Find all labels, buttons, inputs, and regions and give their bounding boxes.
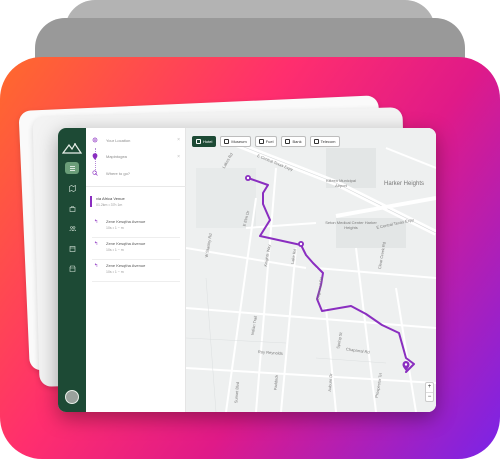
people-icon	[69, 225, 76, 231]
mountain-logo-icon[interactable]	[62, 142, 82, 154]
step-name: Zene Kesqtha Avenue	[106, 241, 146, 246]
poi-filter-chips: Hotel Museum Fuel Bank Telecom	[192, 136, 340, 147]
turn-icon: ↰	[94, 219, 99, 225]
stop-input[interactable]: Where to go?	[106, 171, 180, 176]
route-title: via Africa Venue	[96, 196, 125, 201]
hotel-icon	[196, 139, 201, 144]
avatar[interactable]	[65, 390, 79, 404]
sidebar-item-list[interactable]	[65, 162, 79, 174]
divider	[86, 186, 186, 187]
step-name: Zene Kesqtha Avenue	[106, 263, 146, 268]
zoom-in-button[interactable]: +	[426, 383, 433, 392]
stop-add[interactable]: Where to go?	[92, 170, 180, 176]
list-icon	[69, 165, 75, 171]
bag-icon	[69, 205, 75, 212]
sidebar	[58, 128, 86, 412]
store-icon	[69, 265, 75, 272]
chip-bank[interactable]: Bank	[281, 136, 306, 147]
zoom-out-button[interactable]: −	[426, 392, 433, 401]
waypoint-pin-icon[interactable]	[298, 241, 304, 247]
stop-label: Your Location	[106, 137, 131, 143]
direction-step[interactable]: ↰ Zene Kesqtha Avenue 10s • 1 ~ m	[92, 238, 180, 260]
museum-icon	[224, 139, 230, 144]
map-label-harker: Harker Heights	[384, 181, 425, 187]
direction-step[interactable]: ↰ Zene Kesqtha Avenue 10s • 1 ~ m	[92, 260, 180, 282]
chip-label: Telecom	[320, 139, 336, 144]
map-label-airport: Killeen Municipal Airport	[325, 178, 356, 188]
telecom-icon	[313, 139, 319, 144]
chip-label: Hotel	[203, 139, 213, 144]
step-detail: 10s • 1 ~ m	[106, 270, 124, 274]
turn-icon: ↰	[94, 263, 99, 269]
bank-icon	[285, 139, 291, 144]
calendar-icon	[69, 245, 75, 252]
maps-app-window: Your Location × Mapintogea × Where to go…	[58, 128, 436, 412]
sidebar-item-map[interactable]	[65, 182, 79, 194]
zoom-control: + −	[425, 382, 434, 402]
stop-destination[interactable]: Mapintogea ×	[92, 153, 180, 160]
step-detail: 10s • 1 ~ m	[106, 226, 124, 230]
step-detail: 10s • 1 ~ m	[106, 248, 124, 252]
close-icon[interactable]: ×	[177, 137, 180, 143]
target-icon	[92, 137, 98, 143]
sidebar-item-bag[interactable]	[65, 202, 79, 214]
map-label-medical: Seton Medical Center Harker Heights	[325, 220, 377, 230]
search-icon	[92, 170, 98, 176]
close-icon[interactable]: ×	[177, 154, 180, 160]
chip-label: Museum	[231, 139, 247, 144]
map-canvas	[186, 128, 436, 412]
directions-panel: Your Location × Mapintogea × Where to go…	[86, 128, 186, 412]
route-subtitle: 01.2km • 37h 1m	[96, 203, 123, 207]
turn-icon: ↰	[94, 241, 99, 247]
map-view[interactable]: Hotel Museum Fuel Bank Telecom Harker He…	[186, 128, 436, 412]
chip-label: Fuel	[265, 139, 274, 144]
sidebar-item-people[interactable]	[65, 222, 79, 234]
sidebar-item-store[interactable]	[65, 262, 79, 274]
chip-hotel[interactable]: Hotel	[192, 136, 217, 147]
direction-step[interactable]: ↰ Zene Kesqtha Avenue 10s • 1 ~ m	[92, 216, 180, 238]
map-icon	[68, 184, 76, 192]
sidebar-item-calendar[interactable]	[65, 242, 79, 254]
fuel-icon	[258, 139, 264, 144]
chip-museum[interactable]: Museum	[220, 136, 251, 147]
app-stage: Your Location × Mapintogea × Where to go…	[0, 0, 500, 459]
pin-icon	[92, 153, 98, 160]
chip-label: Bank	[292, 139, 302, 144]
route-summary[interactable]: via Africa Venue 01.2km • 37h 1m	[90, 196, 125, 207]
step-name: Zene Kesqtha Avenue	[106, 219, 146, 224]
chip-fuel[interactable]: Fuel	[254, 136, 278, 147]
origin-pin-icon[interactable]	[245, 175, 251, 181]
chip-telecom[interactable]: Telecom	[309, 136, 340, 147]
stop-label: Mapintogea	[106, 154, 127, 159]
stop-origin[interactable]: Your Location ×	[92, 137, 180, 143]
